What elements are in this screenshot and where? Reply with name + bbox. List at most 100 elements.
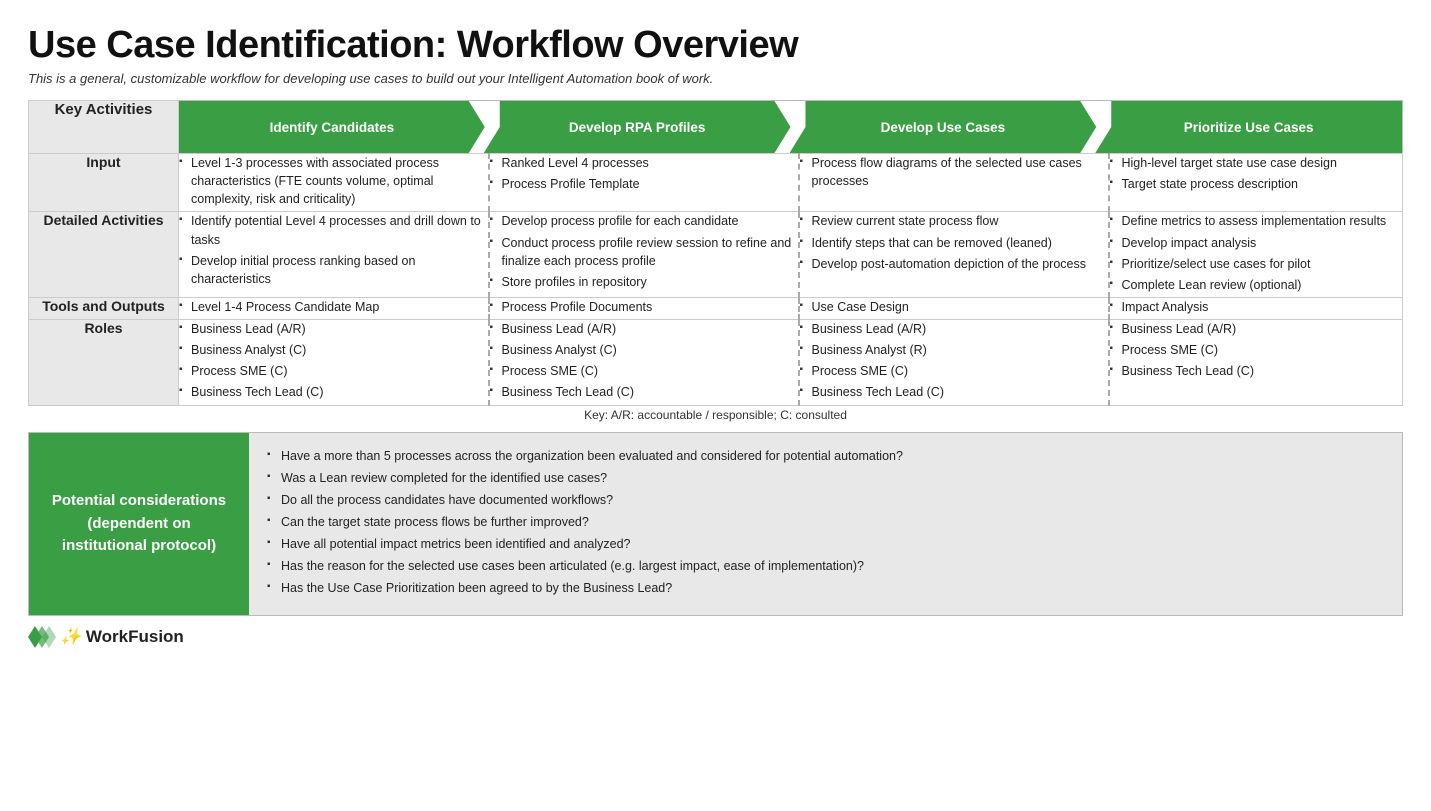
logo-area: ✨ WorkFusion	[28, 626, 1403, 648]
consideration-item: Have all potential impact metrics been i…	[267, 535, 1384, 553]
role-item: Business Lead (A/R)	[1110, 320, 1403, 338]
input-item: Level 1-3 processes with associated proc…	[179, 154, 488, 208]
roles-cell-1: Business Lead (A/R) Business Analyst (C)…	[179, 320, 489, 406]
detailed-cell-4: Define metrics to assess implementation …	[1109, 212, 1403, 298]
detailed-item: Store profiles in repository	[490, 273, 798, 291]
tools-outputs-label: Tools and Outputs	[29, 297, 179, 319]
logo-text: ✨ WorkFusion	[60, 627, 184, 647]
input-item: High-level target state use case design	[1110, 154, 1403, 172]
input-item: Target state process description	[1110, 175, 1403, 193]
detailed-item: Conduct process profile review session t…	[490, 234, 798, 270]
detailed-list-4: Define metrics to assess implementation …	[1110, 212, 1403, 294]
detailed-list-2: Develop process profile for each candida…	[490, 212, 798, 291]
role-item: Business Analyst (C)	[490, 341, 798, 359]
detailed-item: Identify potential Level 4 processes and…	[179, 212, 488, 248]
tools-cell-2: Process Profile Documents	[489, 297, 799, 319]
tools-item: Impact Analysis	[1110, 298, 1403, 316]
header-row: Key Activities Identify Candidates Devel…	[29, 101, 1403, 154]
detailed-cell-2: Develop process profile for each candida…	[489, 212, 799, 298]
consideration-item: Do all the process candidates have docum…	[267, 491, 1384, 509]
consideration-item: Can the target state process flows be fu…	[267, 513, 1384, 531]
tools-cell-3: Use Case Design	[799, 297, 1109, 319]
roles-cell-4: Business Lead (A/R) Process SME (C) Busi…	[1109, 320, 1403, 406]
detailed-cell-1: Identify potential Level 4 processes and…	[179, 212, 489, 298]
role-item: Business Tech Lead (C)	[179, 383, 488, 401]
detailed-item: Define metrics to assess implementation …	[1110, 212, 1403, 230]
tools-list-3: Use Case Design	[800, 298, 1108, 316]
input-cell-2: Ranked Level 4 processes Process Profile…	[489, 154, 799, 212]
tools-item: Process Profile Documents	[490, 298, 798, 316]
detailed-cell-3: Review current state process flow Identi…	[799, 212, 1109, 298]
tools-list-4: Impact Analysis	[1110, 298, 1403, 316]
key-note: Key: A/R: accountable / responsible; C: …	[28, 408, 1403, 422]
detailed-item: Identify steps that can be removed (lean…	[800, 234, 1108, 252]
tools-list-2: Process Profile Documents	[490, 298, 798, 316]
role-item: Process SME (C)	[179, 362, 488, 380]
role-item: Business Lead (A/R)	[490, 320, 798, 338]
considerations-list: Have a more than 5 processes across the …	[267, 447, 1384, 598]
roles-cell-3: Business Lead (A/R) Business Analyst (R)…	[799, 320, 1109, 406]
roles-list-4: Business Lead (A/R) Process SME (C) Busi…	[1110, 320, 1403, 380]
input-label: Input	[29, 154, 179, 212]
detailed-item: Prioritize/select use cases for pilot	[1110, 255, 1403, 273]
detailed-item: Develop impact analysis	[1110, 234, 1403, 252]
consideration-item: Have a more than 5 processes across the …	[267, 447, 1384, 465]
input-list-3: Process flow diagrams of the selected us…	[800, 154, 1108, 190]
roles-list-3: Business Lead (A/R) Business Analyst (R)…	[800, 320, 1108, 402]
roles-row: Roles Business Lead (A/R) Business Analy…	[29, 320, 1403, 406]
roles-list-1: Business Lead (A/R) Business Analyst (C)…	[179, 320, 488, 402]
workflow-table: Key Activities Identify Candidates Devel…	[28, 100, 1403, 406]
role-item: Business Tech Lead (C)	[1110, 362, 1403, 380]
role-item: Business Tech Lead (C)	[490, 383, 798, 401]
roles-list-2: Business Lead (A/R) Business Analyst (C)…	[490, 320, 798, 402]
detailed-item: Review current state process flow	[800, 212, 1108, 230]
tools-cell-1: Level 1-4 Process Candidate Map	[179, 297, 489, 319]
role-item: Business Analyst (R)	[800, 341, 1108, 359]
role-item: Business Lead (A/R)	[179, 320, 488, 338]
detailed-item: Complete Lean review (optional)	[1110, 276, 1403, 294]
input-cell-1: Level 1-3 processes with associated proc…	[179, 154, 489, 212]
tools-list-1: Level 1-4 Process Candidate Map	[179, 298, 488, 316]
input-list-1: Level 1-3 processes with associated proc…	[179, 154, 488, 208]
input-list-4: High-level target state use case design …	[1110, 154, 1403, 193]
page-subtitle: This is a general, customizable workflow…	[28, 71, 1403, 86]
detailed-item: Develop post-automation depiction of the…	[800, 255, 1108, 273]
page-title: Use Case Identification: Workflow Overvi…	[28, 24, 1403, 67]
tools-cell-4: Impact Analysis	[1109, 297, 1403, 319]
input-item: Process flow diagrams of the selected us…	[800, 154, 1108, 190]
role-item: Business Tech Lead (C)	[800, 383, 1108, 401]
phase-identify: Identify Candidates	[179, 101, 485, 153]
phase-develop-rpa: Develop RPA Profiles	[484, 101, 791, 153]
tools-item: Use Case Design	[800, 298, 1108, 316]
detailed-list-1: Identify potential Level 4 processes and…	[179, 212, 488, 288]
input-item: Process Profile Template	[490, 175, 798, 193]
detailed-activities-label: Detailed Activities	[29, 212, 179, 298]
consideration-item: Was a Lean review completed for the iden…	[267, 469, 1384, 487]
input-item: Ranked Level 4 processes	[490, 154, 798, 172]
detailed-activities-row: Detailed Activities Identify potential L…	[29, 212, 1403, 298]
workfusion-logo-icon	[28, 626, 56, 648]
tools-item: Level 1-4 Process Candidate Map	[179, 298, 488, 316]
considerations-content: Have a more than 5 processes across the …	[249, 433, 1402, 616]
roles-label: Roles	[29, 320, 179, 406]
role-item: Process SME (C)	[800, 362, 1108, 380]
role-item: Business Analyst (C)	[179, 341, 488, 359]
phase-develop-uc: Develop Use Cases	[790, 101, 1097, 153]
role-item: Process SME (C)	[490, 362, 798, 380]
phases-header: Identify Candidates Develop RPA Profiles…	[179, 101, 1403, 154]
roles-cell-2: Business Lead (A/R) Business Analyst (C)…	[489, 320, 799, 406]
detailed-item: Develop initial process ranking based on…	[179, 252, 488, 288]
detailed-item: Develop process profile for each candida…	[490, 212, 798, 230]
consideration-item: Has the Use Case Prioritization been agr…	[267, 579, 1384, 597]
considerations-section: Potential considerations (dependent on i…	[28, 432, 1403, 617]
considerations-label: Potential considerations (dependent on i…	[29, 433, 249, 616]
input-row: Input Level 1-3 processes with associate…	[29, 154, 1403, 212]
input-cell-4: High-level target state use case design …	[1109, 154, 1403, 212]
input-cell-3: Process flow diagrams of the selected us…	[799, 154, 1109, 212]
role-item: Process SME (C)	[1110, 341, 1403, 359]
consideration-item: Has the reason for the selected use case…	[267, 557, 1384, 575]
phase-prioritize: Prioritize Use Cases	[1095, 101, 1402, 153]
input-list-2: Ranked Level 4 processes Process Profile…	[490, 154, 798, 193]
detailed-list-3: Review current state process flow Identi…	[800, 212, 1108, 272]
role-item: Business Lead (A/R)	[800, 320, 1108, 338]
